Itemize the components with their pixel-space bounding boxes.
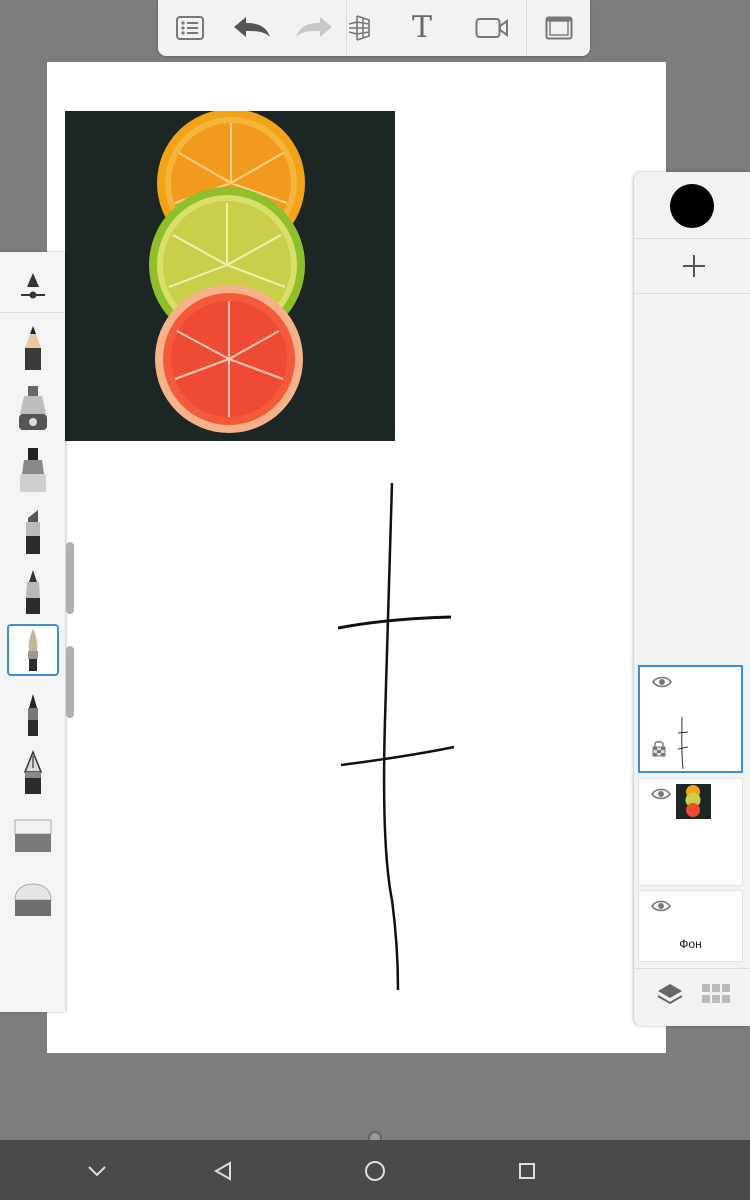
fountain-pen-icon — [23, 750, 43, 794]
hard-eraser-brush[interactable] — [7, 874, 59, 926]
recents-button[interactable] — [510, 1154, 544, 1188]
palette-divider — [0, 312, 65, 313]
palette-drag-handle[interactable] — [66, 646, 74, 718]
plus-icon — [683, 255, 705, 277]
paintbrush-brush[interactable] — [7, 624, 59, 676]
palette-drag-handle[interactable] — [66, 542, 74, 614]
soft-eraser-brush[interactable] — [7, 810, 59, 862]
layer-thumbnail — [676, 784, 711, 819]
back-icon — [214, 1161, 231, 1181]
hard-eraser-icon — [14, 883, 52, 916]
eye-icon[interactable] — [651, 899, 671, 913]
color-swatch[interactable] — [670, 184, 714, 228]
panel-divider — [634, 968, 750, 969]
home-icon — [365, 1161, 385, 1181]
brush-settings-icon — [21, 273, 45, 299]
layer-photo[interactable] — [638, 778, 743, 886]
fineliner-brush[interactable] — [7, 688, 59, 740]
chisel-marker-icon — [26, 510, 40, 554]
layers-stack-icon[interactable] — [656, 982, 684, 1008]
panel-divider — [634, 238, 750, 239]
fountain-pen-brush[interactable] — [7, 748, 59, 800]
layer-label: Фон — [679, 937, 702, 951]
fineliner-icon — [28, 694, 38, 736]
home-button[interactable] — [358, 1154, 392, 1188]
layer-thumbnail — [677, 716, 689, 770]
brush-palette — [0, 252, 65, 1012]
navigation-bar — [0, 1140, 750, 1200]
marker-brush[interactable] — [7, 444, 59, 496]
layer-sketch[interactable] — [638, 665, 743, 773]
ballpoint-pen-icon — [26, 570, 40, 614]
pencil-brush[interactable] — [7, 322, 59, 374]
marker-icon — [20, 448, 46, 492]
layer-panel: Фон — [634, 172, 750, 1026]
panel-divider — [634, 293, 750, 294]
ballpoint-pen-brush[interactable] — [7, 566, 59, 618]
hide-nav-button[interactable] — [80, 1154, 114, 1188]
recents-icon — [519, 1163, 535, 1179]
eye-icon[interactable] — [651, 787, 671, 801]
paintbrush-icon — [28, 629, 38, 671]
grid-icon[interactable] — [702, 984, 730, 1004]
pencil-icon — [25, 326, 41, 370]
airbrush-icon — [19, 386, 47, 430]
layer-background[interactable]: Фон — [638, 890, 743, 962]
chisel-marker-brush[interactable] — [7, 506, 59, 558]
add-layer-button[interactable] — [674, 246, 714, 286]
eye-icon[interactable] — [652, 675, 672, 689]
brush-settings-button[interactable] — [7, 260, 59, 312]
back-button[interactable] — [206, 1154, 240, 1188]
airbrush-brush[interactable] — [7, 382, 59, 434]
chevron-down-icon — [88, 1166, 106, 1177]
soft-eraser-icon — [14, 819, 52, 852]
alpha-lock-icon[interactable] — [652, 739, 666, 757]
